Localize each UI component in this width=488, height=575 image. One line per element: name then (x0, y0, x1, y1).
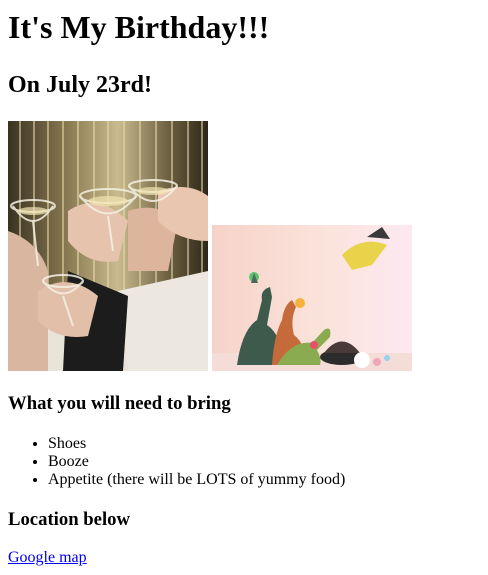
page-subtitle: On July 23rd! (8, 72, 153, 98)
location-heading: Location below (8, 509, 130, 530)
bring-heading: What you will need to bring (8, 393, 231, 414)
list-item: Appetite (there will be LOTS of yummy fo… (48, 471, 480, 489)
bring-list: Shoes Booze Appetite (there will be LOTS… (8, 435, 480, 489)
page-title: It's My Birthday!!! (8, 9, 270, 45)
champagne-toast-photo (8, 121, 208, 371)
page-content: It's My Birthday!!! On July 23rd! What y… (0, 0, 488, 567)
photo-row (8, 121, 480, 371)
list-item: Booze (48, 453, 480, 471)
list-item: Shoes (48, 435, 480, 453)
google-map-link[interactable]: Google map (8, 549, 87, 567)
dinosaur-party-photo (212, 225, 412, 371)
